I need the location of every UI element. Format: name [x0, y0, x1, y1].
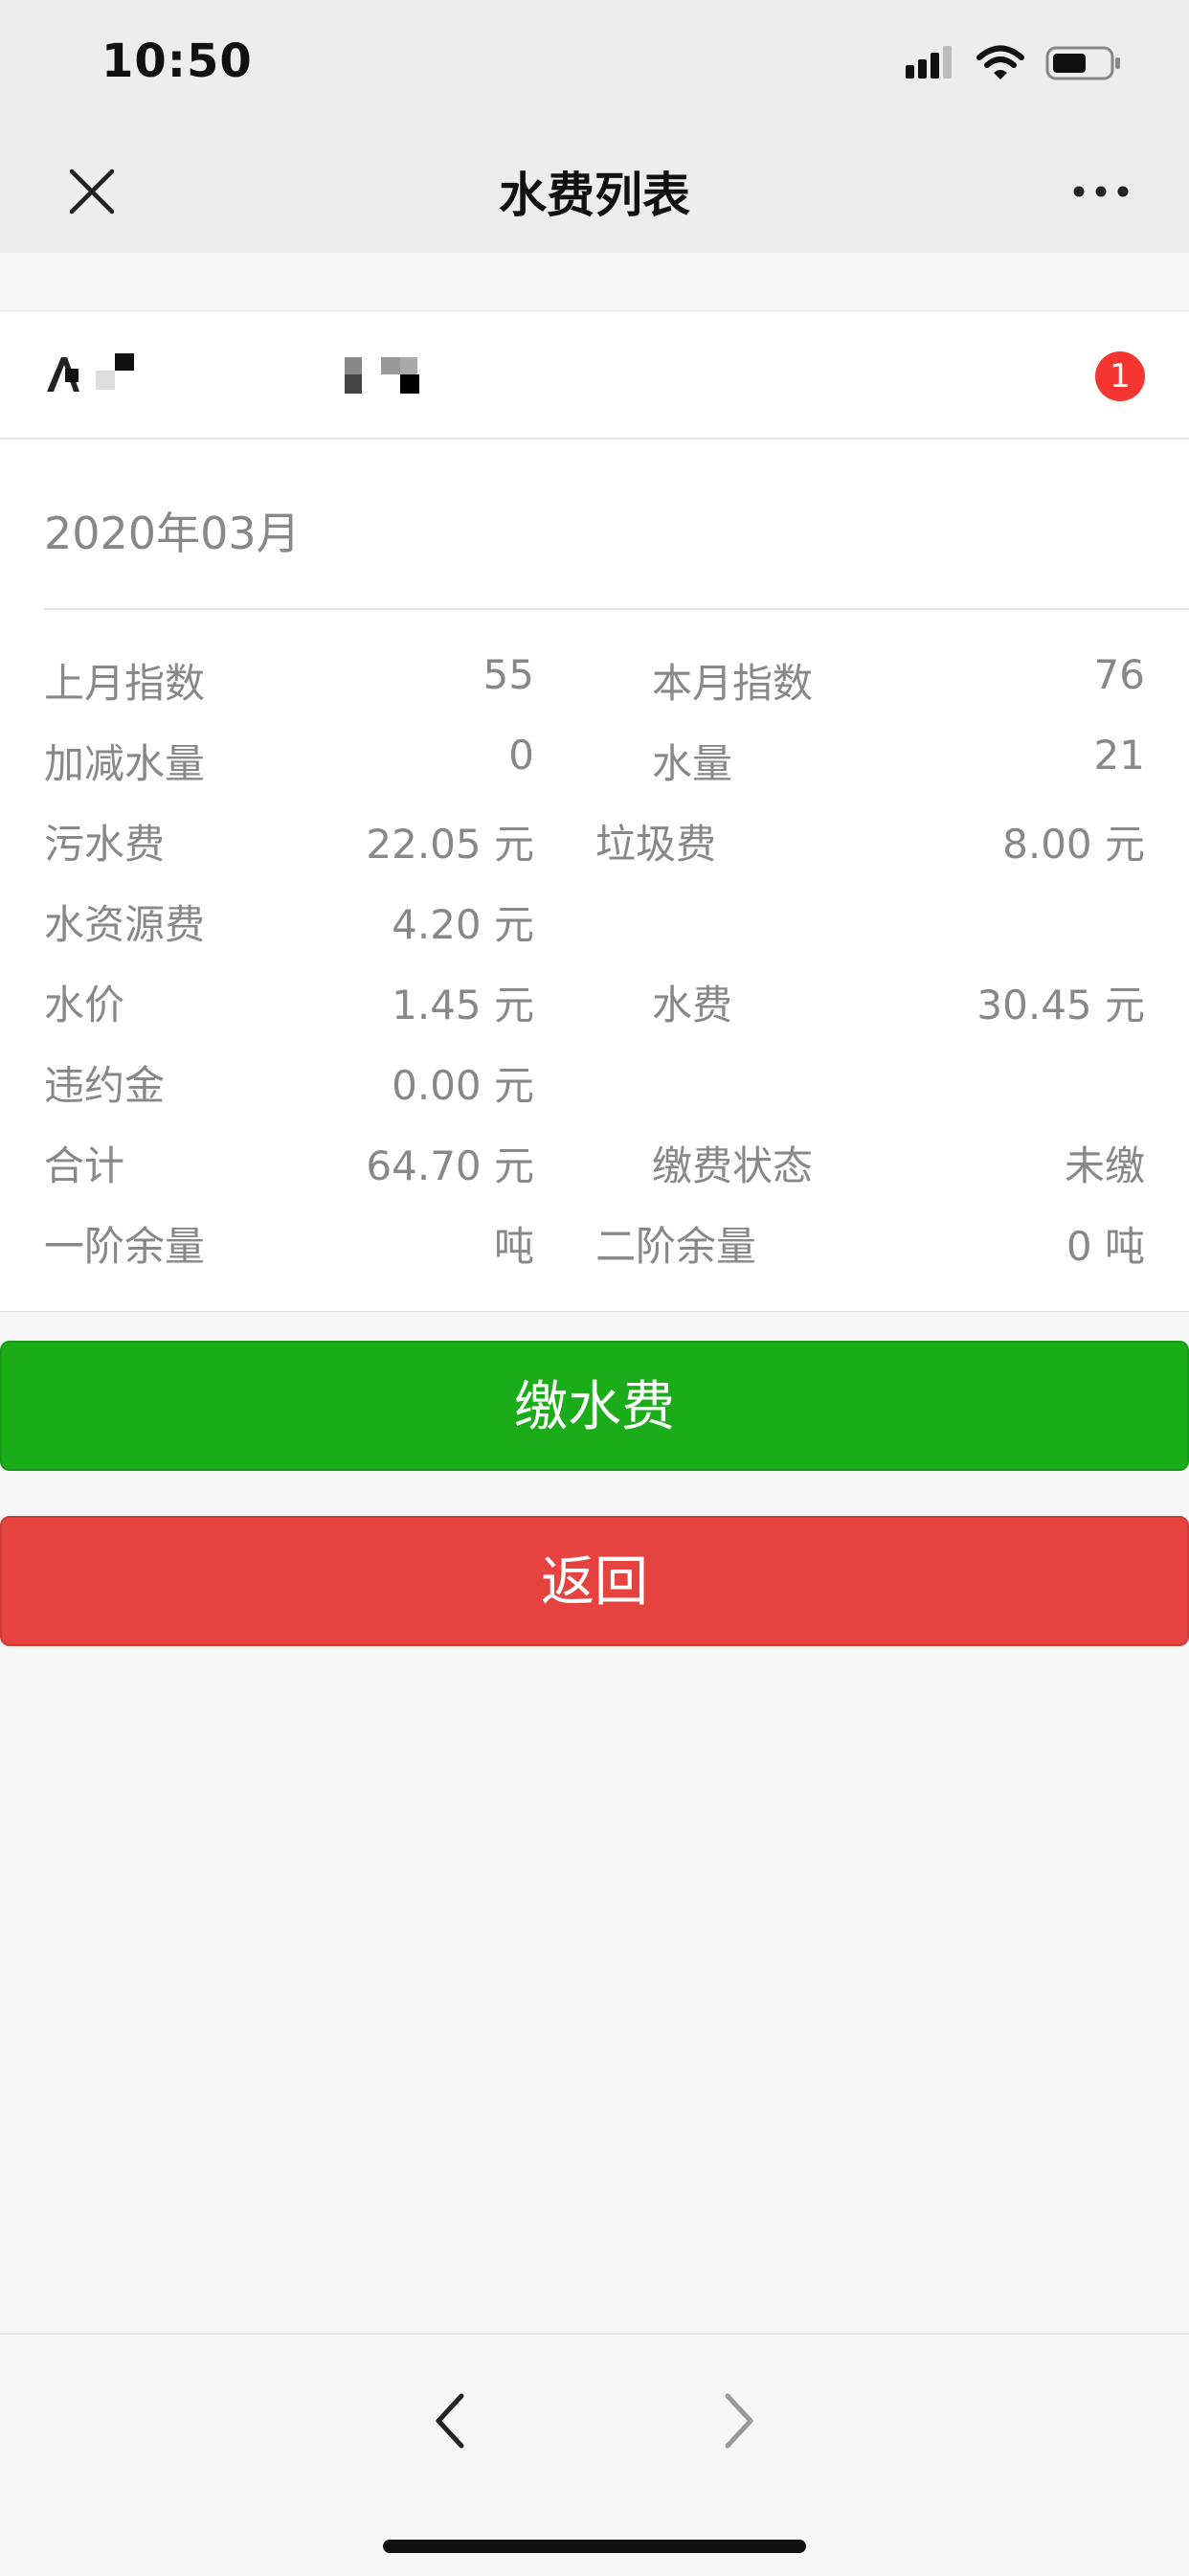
field-label: 水价: [44, 982, 125, 1028]
account-name-redacted: [92, 353, 437, 399]
field-label: 水量: [652, 740, 733, 787]
field-value: 55: [482, 651, 534, 698]
field-value: 22.05 元: [366, 821, 534, 868]
signal-icon: [906, 46, 952, 79]
status-time: 10:50: [101, 34, 253, 88]
battery-icon: [1045, 46, 1120, 80]
field-label: 违约金: [44, 1062, 166, 1109]
field-label: 本月指数: [652, 660, 814, 707]
field-value: 8.00 元: [1002, 821, 1145, 868]
top-bar: 10:50 水费列表: [0, 0, 1189, 253]
notification-badge: 1: [1095, 351, 1145, 401]
field-value: 21: [1093, 732, 1145, 779]
home-indicator: [383, 2540, 806, 2553]
field-value: 30.45 元: [976, 982, 1145, 1028]
chevron-right-icon: [725, 2393, 753, 2449]
field-label: 污水费: [44, 821, 166, 868]
browser-forward-button[interactable]: [691, 2373, 787, 2469]
field-value: 0: [508, 732, 534, 779]
field-label: 缴费状态: [652, 1142, 814, 1189]
wifi-icon: [976, 45, 1024, 79]
field-value: 未缴: [1064, 1142, 1145, 1189]
field-value: 吨: [493, 1223, 534, 1270]
back-button[interactable]: 返回: [0, 1516, 1189, 1646]
field-value: 1.45 元: [392, 982, 534, 1028]
field-value: 76: [1093, 651, 1145, 698]
field-value: 4.20 元: [392, 901, 534, 948]
bill-month: 2020年03月: [44, 508, 301, 559]
field-value: 0 吨: [1066, 1223, 1145, 1270]
account-logo-icon: [47, 357, 79, 392]
divider: [44, 608, 1189, 610]
field-label: 垃圾费: [595, 821, 717, 868]
chevron-left-icon: [436, 2393, 464, 2449]
field-label: 加减水量: [44, 740, 206, 787]
status-icons: [906, 44, 1122, 82]
field-value: 0.00 元: [392, 1062, 534, 1109]
field-label: 一阶余量: [44, 1223, 206, 1270]
field-label: 二阶余量: [595, 1223, 757, 1270]
more-button[interactable]: [1063, 163, 1139, 220]
account-row[interactable]: 1: [0, 310, 1189, 441]
bill-card: 2020年03月 上月指数 55 本月指数 76 加减水量 0 水量 21 污水…: [0, 440, 1189, 1312]
browser-back-button[interactable]: [402, 2373, 498, 2469]
field-label: 合计: [44, 1142, 125, 1189]
bottom-nav-bar: [0, 2333, 1189, 2576]
field-value: 64.70 元: [366, 1142, 534, 1189]
pay-water-bill-button[interactable]: 缴水费: [0, 1341, 1189, 1471]
field-label: 水资源费: [44, 901, 206, 948]
field-label: 上月指数: [44, 660, 206, 707]
page-title: 水费列表: [499, 168, 690, 223]
field-label: 水费: [652, 982, 733, 1028]
more-icon: [1073, 186, 1129, 197]
